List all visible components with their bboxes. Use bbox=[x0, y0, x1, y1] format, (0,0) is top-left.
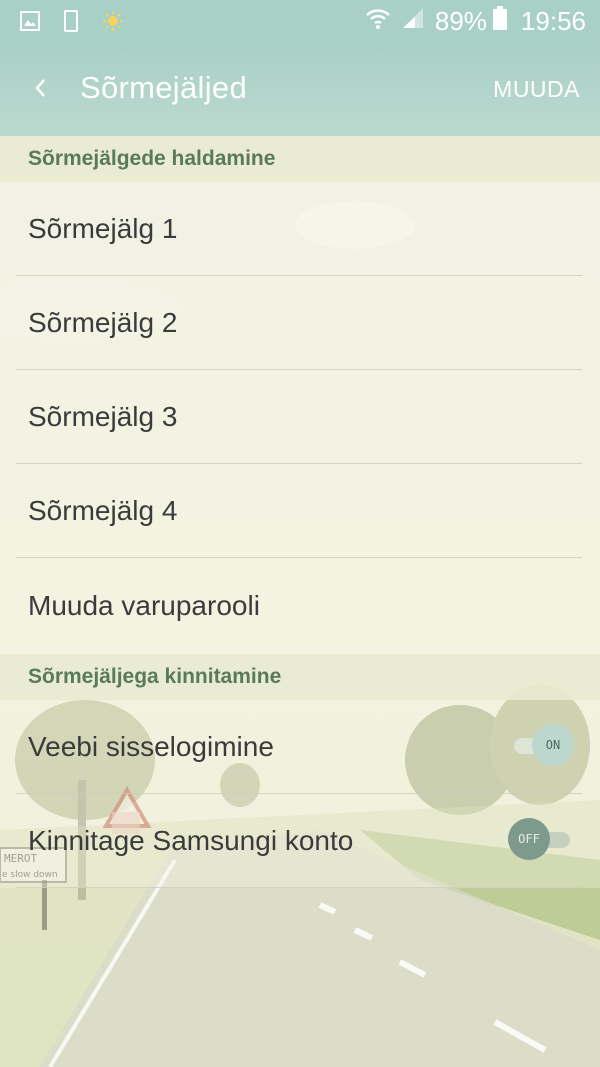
web-signin-row[interactable]: Veebi sisselogimine ON bbox=[0, 700, 600, 794]
fingerprint-item-3[interactable]: Sõrmejälg 3 bbox=[0, 370, 600, 464]
phone-outline-icon bbox=[64, 10, 78, 37]
section-header-manage: Sõrmejälgede haldamine bbox=[0, 136, 600, 182]
battery-icon bbox=[492, 6, 507, 37]
change-backup-password-item[interactable]: Muuda varuparooli bbox=[0, 558, 600, 654]
web-signin-toggle[interactable]: ON bbox=[514, 724, 574, 766]
fingerprint-label: Sõrmejälg 3 bbox=[28, 401, 178, 432]
edit-button[interactable]: MUUDA bbox=[493, 76, 580, 103]
app-bar: Sõrmejäljed MUUDA bbox=[0, 44, 600, 136]
brightness-icon bbox=[102, 10, 124, 37]
fingerprint-label: Sõrmejälg 4 bbox=[28, 495, 178, 526]
gallery-icon bbox=[20, 11, 40, 36]
signal-icon bbox=[401, 6, 425, 37]
toggle-knob: OFF bbox=[508, 818, 550, 860]
samsung-account-label: Kinnitage Samsungi konto bbox=[28, 825, 354, 856]
fingerprint-label: Sõrmejälg 1 bbox=[28, 213, 178, 244]
clock-time: 19:56 bbox=[520, 6, 586, 36]
chevron-left-icon bbox=[33, 77, 47, 104]
samsung-account-toggle[interactable]: OFF bbox=[508, 818, 570, 860]
fingerprint-item-2[interactable]: Sõrmejälg 2 bbox=[0, 276, 600, 370]
wifi-icon bbox=[365, 6, 391, 37]
section-header-verify: Sõrmejäljega kinnitamine bbox=[0, 654, 600, 700]
samsung-account-row[interactable]: Kinnitage Samsungi konto OFF bbox=[0, 794, 600, 888]
backup-password-label: Muuda varuparooli bbox=[28, 590, 260, 621]
page-title: Sõrmejäljed bbox=[80, 70, 247, 105]
toggle-knob: ON bbox=[532, 724, 574, 766]
fingerprint-item-1[interactable]: Sõrmejälg 1 bbox=[0, 182, 600, 276]
back-button[interactable] bbox=[22, 72, 58, 108]
divider bbox=[16, 887, 582, 888]
settings-list: Sõrmejälgede haldamine Sõrmejälg 1 Sõrme… bbox=[0, 136, 600, 888]
fingerprint-item-4[interactable]: Sõrmejälg 4 bbox=[0, 464, 600, 558]
fingerprint-label: Sõrmejälg 2 bbox=[28, 307, 178, 338]
status-bar: 89% 19:56 bbox=[0, 0, 600, 44]
battery-percent: 89% bbox=[434, 6, 487, 36]
web-signin-label: Veebi sisselogimine bbox=[28, 731, 274, 762]
